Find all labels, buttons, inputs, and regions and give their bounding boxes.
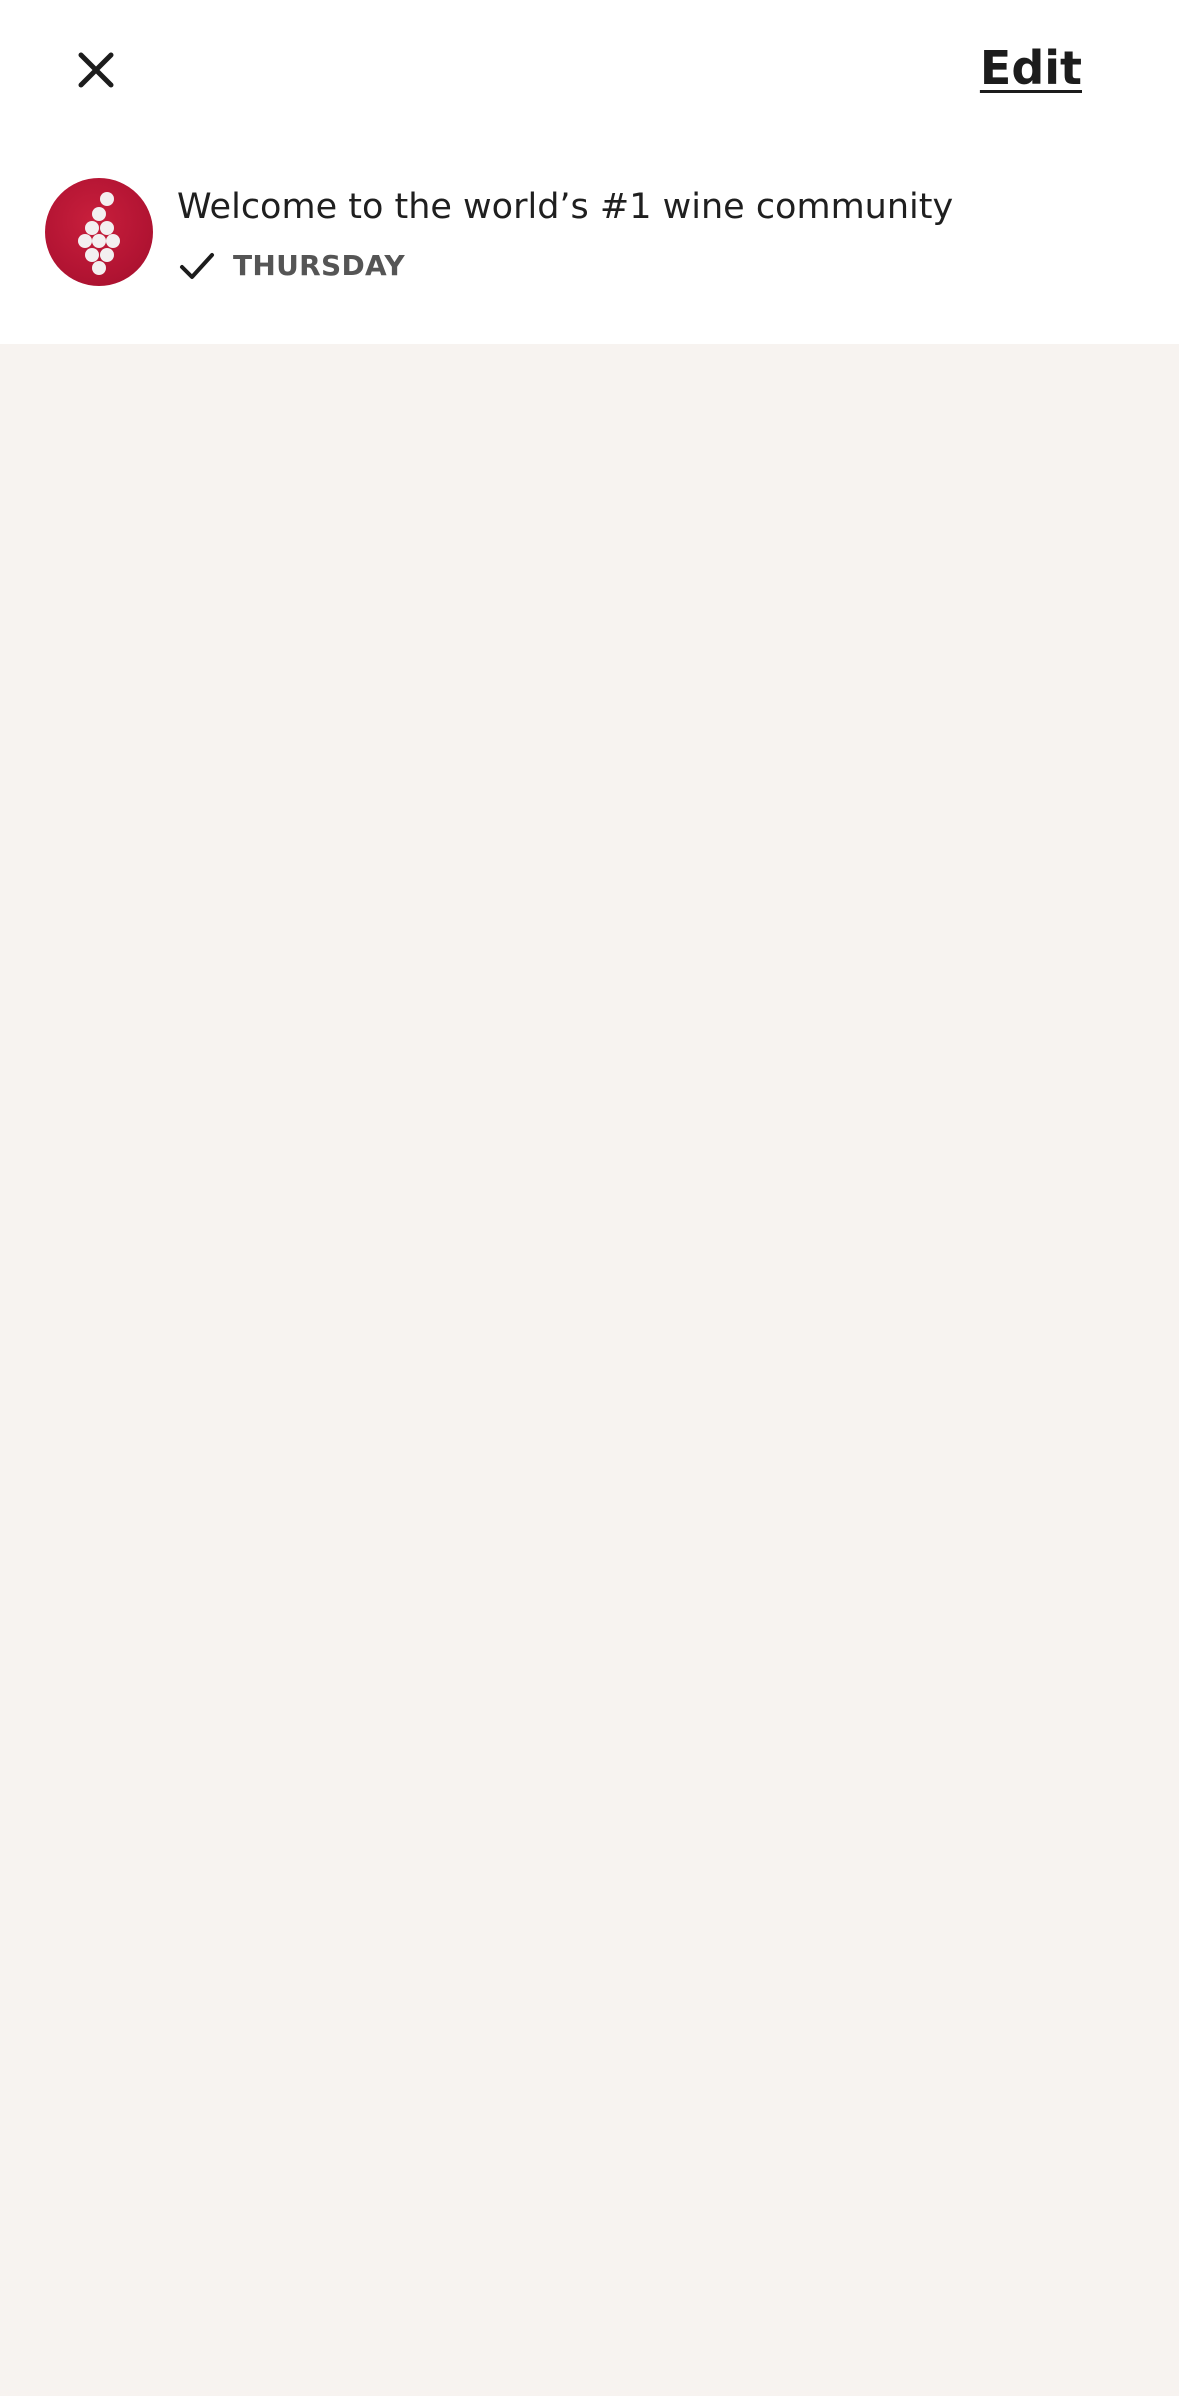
header-section: Edit Welcome to the world’s #1 wine comm… — [0, 0, 1179, 344]
close-button[interactable] — [68, 42, 124, 98]
close-icon — [76, 50, 116, 90]
edit-button[interactable]: Edit — [980, 38, 1082, 98]
grape-cluster-logo-icon — [45, 178, 153, 286]
message-meta: THURSDAY — [177, 246, 405, 286]
avatar — [45, 178, 153, 286]
checkmark-icon — [177, 246, 217, 286]
message-title: Welcome to the world’s #1 wine community — [177, 187, 954, 227]
message-list-item[interactable]: Welcome to the world’s #1 wine community… — [0, 172, 1179, 300]
message-date: THURSDAY — [233, 249, 405, 282]
empty-content-area — [0, 344, 1179, 2396]
